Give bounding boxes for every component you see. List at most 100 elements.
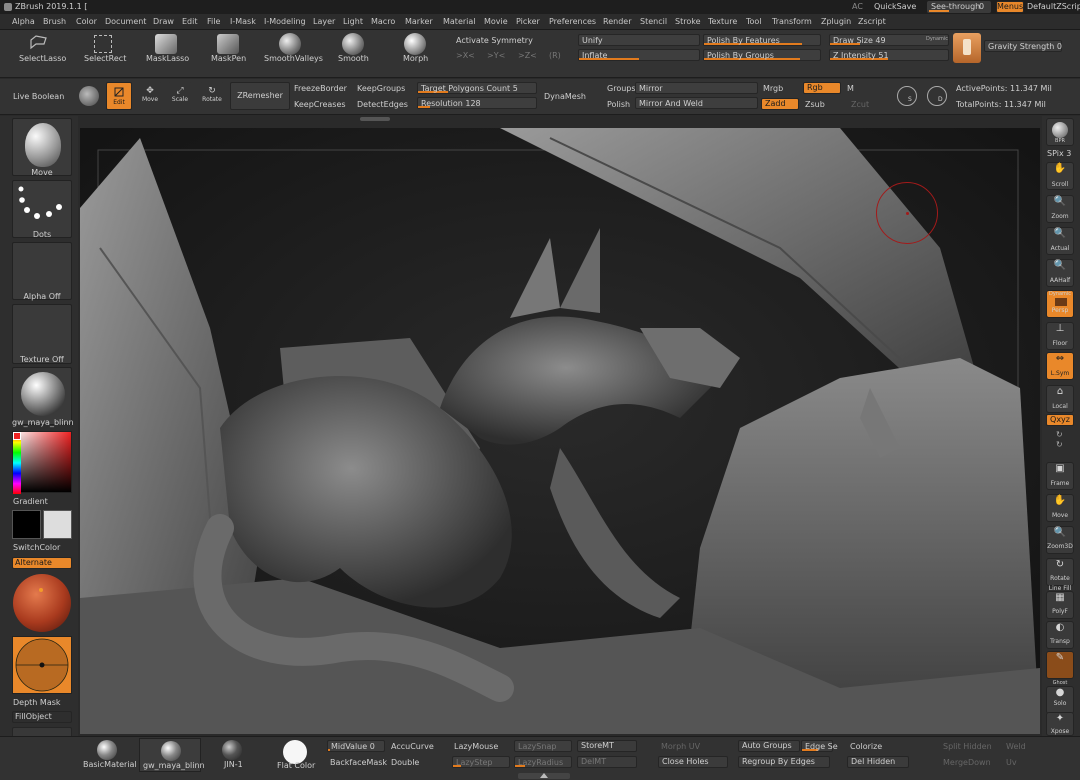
viewport-canvas[interactable] bbox=[80, 128, 1040, 734]
inflate-slider[interactable]: Inflate bbox=[578, 49, 700, 61]
rotate-mode-button[interactable]: ↻ Rotate bbox=[200, 82, 224, 110]
menu-edit[interactable]: Edit bbox=[182, 17, 198, 26]
symmetry-y-button[interactable]: >Y< bbox=[487, 51, 505, 61]
spix-button[interactable]: SPix 3 bbox=[1047, 149, 1071, 159]
colorize-button[interactable]: Colorize bbox=[850, 742, 882, 752]
double-button[interactable]: Double bbox=[391, 758, 419, 768]
target-polygons-slider[interactable]: Target Polygons Count 5 bbox=[417, 82, 537, 94]
menu-i-modeling[interactable]: I-Modeling bbox=[264, 17, 306, 26]
switch-color-button[interactable]: SwitchColor bbox=[13, 543, 60, 553]
close-holes-button[interactable]: Close Holes bbox=[658, 756, 728, 768]
del-hidden-button[interactable]: Del Hidden bbox=[847, 756, 909, 768]
see-through-slider[interactable]: See-through 0 bbox=[927, 1, 991, 13]
detect-edges-button[interactable]: DetectEdges bbox=[357, 100, 408, 110]
zsub-button[interactable]: Zsub bbox=[805, 100, 825, 110]
qxyz-button[interactable]: Qxyz bbox=[1046, 414, 1074, 426]
gw-maya-blinn-slot[interactable]: gw_maya_blinn bbox=[139, 738, 205, 772]
rgb-button[interactable]: Rgb bbox=[803, 82, 841, 94]
menu-picker[interactable]: Picker bbox=[516, 17, 540, 26]
weld-button[interactable]: Weld bbox=[1006, 742, 1026, 752]
scale-mode-button[interactable]: ⤢ Scale bbox=[168, 82, 192, 110]
menu-preferences[interactable]: Preferences bbox=[549, 17, 596, 26]
backface-mask-button[interactable]: BackfaceMask bbox=[330, 758, 387, 768]
accu-curve-button[interactable]: AccuCurve bbox=[391, 742, 434, 752]
primary-color-swatch[interactable] bbox=[12, 510, 41, 539]
color-picker[interactable] bbox=[12, 431, 72, 494]
menu-brush[interactable]: Brush bbox=[43, 17, 66, 26]
zadd-button[interactable]: Zadd bbox=[761, 98, 799, 110]
menu-macro[interactable]: Macro bbox=[371, 17, 395, 26]
activate-symmetry-button[interactable]: Activate Symmetry bbox=[456, 36, 533, 46]
mid-value-slider[interactable]: MidValue 0 bbox=[327, 740, 385, 752]
morph-icon[interactable] bbox=[404, 33, 426, 55]
menu-color[interactable]: Color bbox=[76, 17, 97, 26]
groups-button[interactable]: Groups bbox=[607, 84, 636, 94]
unify-slider[interactable]: Unify bbox=[578, 34, 700, 46]
uv-button[interactable]: Uv bbox=[1006, 758, 1017, 768]
symmetry-x-button[interactable]: >X< bbox=[456, 51, 475, 61]
menu-transform[interactable]: Transform bbox=[772, 17, 812, 26]
menu-texture[interactable]: Texture bbox=[708, 17, 737, 26]
resolution-slider[interactable]: Resolution 128 bbox=[417, 97, 537, 109]
quicksave-button[interactable]: QuickSave bbox=[874, 2, 916, 12]
mask-lasso-icon[interactable] bbox=[155, 34, 177, 54]
menu-alpha[interactable]: Alpha bbox=[12, 17, 35, 26]
texture-map-sphere-icon[interactable] bbox=[13, 574, 71, 632]
symmetry-s-icon[interactable]: S bbox=[897, 86, 917, 106]
lazy-mouse-button[interactable]: LazyMouse bbox=[454, 742, 498, 752]
menus-button[interactable]: Menus bbox=[996, 1, 1024, 13]
live-boolean-button[interactable]: Live Boolean bbox=[13, 92, 64, 102]
menu-zplugin[interactable]: Zplugin bbox=[821, 17, 851, 26]
smooth-valleys-icon[interactable] bbox=[279, 33, 301, 55]
dynamic-button[interactable]: Dynamic bbox=[926, 34, 948, 44]
mask-pen-icon[interactable] bbox=[217, 34, 239, 54]
menu-draw[interactable]: Draw bbox=[153, 17, 174, 26]
symmetry-d-icon[interactable]: D bbox=[927, 86, 947, 106]
edge-sensitivity-slider[interactable]: Edge Se bbox=[801, 740, 838, 752]
menu-document[interactable]: Document bbox=[105, 17, 146, 26]
menu-movie[interactable]: Movie bbox=[484, 17, 508, 26]
gravity-icon[interactable] bbox=[953, 33, 981, 63]
secondary-color-swatch[interactable] bbox=[43, 510, 72, 539]
menu-render[interactable]: Render bbox=[603, 17, 631, 26]
jin1-material-icon[interactable] bbox=[222, 740, 242, 760]
alternate-button[interactable]: Alternate bbox=[12, 557, 72, 569]
ghost-button[interactable]: ✎ bbox=[1046, 651, 1074, 679]
mrgb-button[interactable]: Mrgb bbox=[763, 84, 783, 94]
regroup-by-edges-button[interactable]: Regroup By Edges bbox=[738, 756, 830, 768]
bpr-button[interactable]: BPR bbox=[1046, 118, 1074, 146]
menu-light[interactable]: Light bbox=[343, 17, 363, 26]
gravity-strength-slider[interactable]: Gravity Strength 0 bbox=[984, 40, 1062, 52]
toolbar-collapse-handle[interactable] bbox=[360, 117, 390, 121]
keep-creases-button[interactable]: KeepCreases bbox=[294, 100, 346, 110]
polish-by-groups-slider[interactable]: Polish By Groups bbox=[703, 49, 821, 61]
auto-groups-button[interactable]: Auto Groups bbox=[738, 740, 800, 752]
material-thumbnail[interactable] bbox=[12, 367, 72, 425]
m-button[interactable]: M bbox=[847, 84, 854, 94]
mirror-button[interactable]: Mirror bbox=[635, 82, 758, 94]
menu-material[interactable]: Material bbox=[443, 17, 476, 26]
menu-file[interactable]: File bbox=[207, 17, 220, 26]
depth-mask-icon[interactable] bbox=[12, 636, 72, 694]
edit-button[interactable]: Edit bbox=[106, 82, 132, 110]
lazy-radius-slider[interactable]: LazyRadius bbox=[514, 756, 572, 768]
hue-strip[interactable] bbox=[13, 432, 21, 494]
lazy-snap-slider[interactable]: LazySnap bbox=[514, 740, 572, 752]
lazy-step-slider[interactable]: LazyStep bbox=[452, 756, 510, 768]
polish-button[interactable]: Polish bbox=[607, 100, 630, 110]
move-mode-button[interactable]: ✥ Move bbox=[138, 82, 162, 110]
freeze-border-button[interactable]: FreezeBorder bbox=[294, 84, 347, 94]
persp-button[interactable]: Dynamic Persp bbox=[1046, 290, 1074, 318]
del-mt-button[interactable]: DelMT bbox=[577, 756, 637, 768]
menu-i-mask[interactable]: I-Mask bbox=[230, 17, 256, 26]
zcut-button[interactable]: Zcut bbox=[851, 100, 869, 110]
rotate-axis-icons[interactable]: ↻ ↻ bbox=[1056, 430, 1064, 450]
select-rect-icon[interactable] bbox=[94, 35, 112, 53]
split-hidden-button[interactable]: Split Hidden bbox=[943, 742, 992, 752]
lsym-button[interactable]: ⇔ L.Sym bbox=[1046, 352, 1074, 380]
keep-groups-button[interactable]: KeepGroups bbox=[357, 84, 405, 94]
symmetry-radial-button[interactable]: (R) bbox=[549, 51, 561, 61]
z-intensity-slider[interactable]: Z Intensity 51 bbox=[829, 49, 949, 61]
menu-stencil[interactable]: Stencil bbox=[640, 17, 667, 26]
store-mt-button[interactable]: StoreMT bbox=[577, 740, 637, 752]
